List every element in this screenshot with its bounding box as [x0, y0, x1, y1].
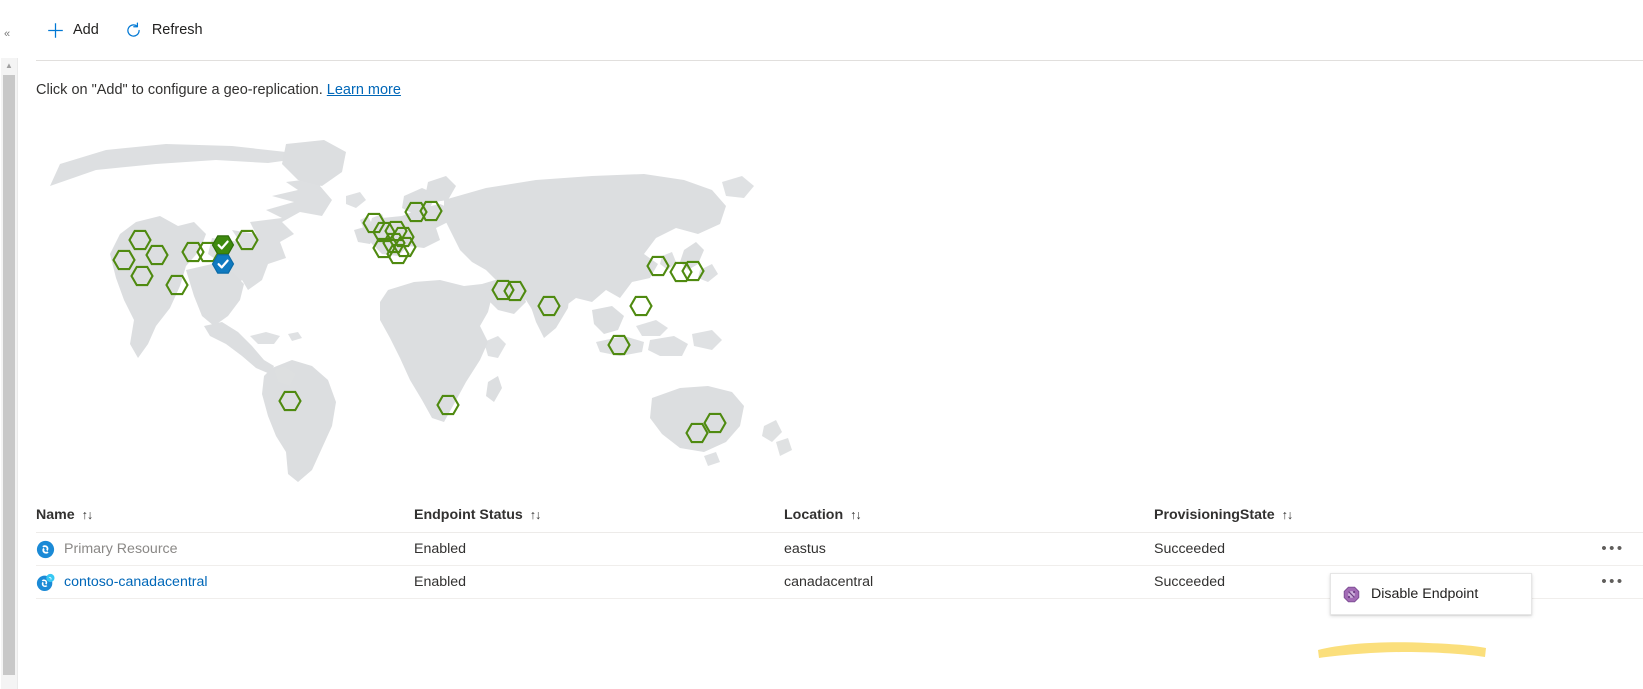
sort-icon[interactable]: ↑↓	[530, 508, 541, 522]
row-name-label: Primary Resource	[64, 541, 178, 557]
table-row[interactable]: Primary Resource Enabled eastus Succeede…	[36, 533, 1643, 566]
sort-icon[interactable]: ↑↓	[850, 508, 861, 522]
column-header-endpoint-status[interactable]: Endpoint Status ↑↓	[414, 507, 784, 523]
yellow-highlighter-stroke	[1318, 642, 1486, 658]
add-button[interactable]: Add	[36, 12, 109, 48]
cell-actions: •••	[1554, 571, 1643, 593]
learn-more-link[interactable]: Learn more	[327, 82, 401, 98]
scrollbar-thumb[interactable]	[3, 75, 15, 675]
page-scrollbar[interactable]: ▲	[1, 58, 18, 689]
sort-icon[interactable]: ↑↓	[82, 508, 93, 522]
column-header-endpoint-status-label: Endpoint Status	[414, 507, 523, 523]
plus-icon	[46, 21, 64, 39]
cell-name: contoso-canadacentral	[36, 573, 414, 592]
refresh-button-label: Refresh	[151, 22, 203, 38]
row-context-menu-button[interactable]: •••	[1600, 538, 1626, 560]
cell-location: eastus	[784, 541, 826, 557]
map-marker-japaneast[interactable]	[669, 261, 693, 283]
cell-actions: •••	[1554, 538, 1643, 560]
container-registry-replica-icon	[36, 573, 55, 592]
scroll-up-arrow-icon[interactable]: ▲	[1, 58, 17, 73]
refresh-icon	[125, 21, 143, 39]
column-header-provisioning-state-label: ProvisioningState	[1154, 507, 1275, 523]
geo-replication-hint: Click on "Add" to configure a geo-replic…	[36, 82, 401, 98]
container-registry-icon	[36, 540, 55, 559]
map-marker-eastus[interactable]	[211, 254, 235, 274]
add-button-label: Add	[73, 22, 99, 38]
command-bar-divider	[36, 60, 1643, 61]
row-context-menu[interactable]: Disable Endpoint	[1330, 573, 1532, 615]
double-chevron-left-icon[interactable]: «	[0, 26, 14, 42]
cell-name: Primary Resource	[36, 540, 414, 559]
map-marker-eastasia[interactable]	[629, 295, 653, 317]
geo-replication-hint-text: Click on "Add" to configure a geo-replic…	[36, 82, 323, 98]
table-header-row: Name ↑↓ Endpoint Status ↑↓ Location ↑↓ P…	[36, 498, 1643, 533]
column-header-provisioning-state[interactable]: ProvisioningState ↑↓	[1154, 507, 1554, 523]
cell-endpoint-status: Enabled	[414, 574, 467, 590]
menu-item-disable-endpoint-label: Disable Endpoint	[1371, 586, 1479, 602]
column-header-name[interactable]: Name ↑↓	[36, 507, 414, 523]
left-rail: « ▲	[0, 0, 18, 689]
map-marker-canadacentral[interactable]	[211, 235, 235, 255]
cell-provisioning-state: Succeeded	[1154, 541, 1225, 557]
cell-location: canadacentral	[784, 574, 874, 590]
row-name-link[interactable]: contoso-canadacentral	[64, 574, 208, 590]
command-bar: Add Refresh	[18, 0, 1643, 60]
world-landmasses	[50, 140, 792, 482]
sort-icon[interactable]: ↑↓	[1282, 508, 1293, 522]
row-context-menu-button[interactable]: •••	[1600, 571, 1626, 593]
refresh-button[interactable]: Refresh	[115, 12, 213, 48]
column-header-location[interactable]: Location ↑↓	[784, 507, 1154, 523]
column-header-location-label: Location	[784, 507, 844, 523]
geo-replication-map[interactable]	[36, 130, 816, 490]
disable-endpoint-icon	[1343, 586, 1360, 603]
world-map-svg	[50, 140, 792, 482]
cell-endpoint-status: Enabled	[414, 541, 467, 557]
column-header-name-label: Name	[36, 507, 75, 523]
menu-item-disable-endpoint[interactable]: Disable Endpoint	[1331, 578, 1531, 610]
